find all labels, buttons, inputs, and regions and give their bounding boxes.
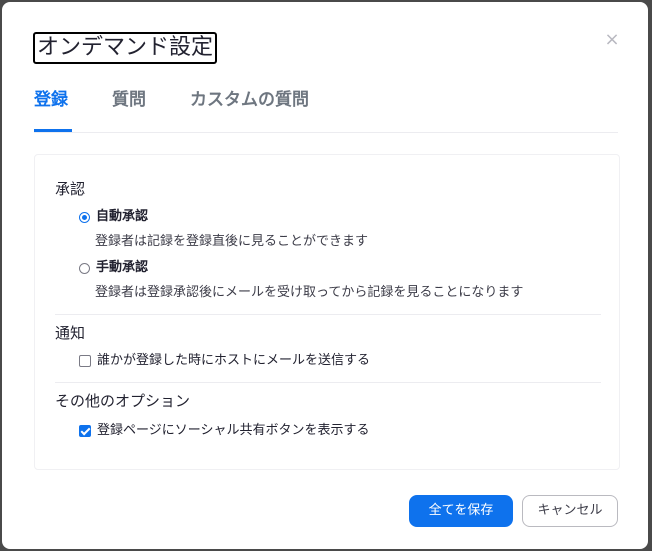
notification-section-title: 通知 xyxy=(55,324,86,342)
manual-approve-option[interactable]: 手動承認 xyxy=(79,259,148,277)
social-share-option[interactable]: 登録ページにソーシャル共有ボタンを表示する xyxy=(79,422,369,440)
auto-approve-radio[interactable] xyxy=(79,211,90,223)
on-demand-settings-dialog: オンデマンド設定 × 登録 質問 カスタムの質問 承認 自動承認 登録者は記録を… xyxy=(2,2,648,549)
other-options-section-title: その他のオプション xyxy=(55,392,191,410)
section-divider xyxy=(55,382,601,383)
close-icon[interactable]: × xyxy=(604,31,620,49)
social-share-label: 登録ページにソーシャル共有ボタンを表示する xyxy=(97,423,370,438)
dialog-title: オンデマンド設定 xyxy=(33,32,218,64)
auto-approve-label: 自動承認 xyxy=(96,209,149,224)
tab-registration[interactable]: 登録 xyxy=(34,88,68,112)
save-all-button[interactable]: 全てを保存 xyxy=(409,495,513,527)
social-share-checkbox[interactable] xyxy=(79,425,91,437)
approval-section-title: 承認 xyxy=(55,180,86,198)
manual-approve-label: 手動承認 xyxy=(96,260,149,275)
tab-questions[interactable]: 質問 xyxy=(112,88,146,112)
manual-approve-description: 登録者は登録承認後にメールを受け取ってから記録を見ることになります xyxy=(95,285,524,300)
auto-approve-option[interactable]: 自動承認 xyxy=(79,208,148,226)
manual-approve-radio[interactable] xyxy=(79,262,90,274)
tab-custom-questions[interactable]: カスタムの質問 xyxy=(190,88,309,112)
tab-bar: 登録 質問 カスタムの質問 xyxy=(34,88,618,133)
cancel-button[interactable]: キャンセル xyxy=(522,495,618,527)
section-divider xyxy=(55,314,601,315)
notify-host-checkbox[interactable] xyxy=(79,355,91,367)
settings-panel: 承認 自動承認 登録者は記録を登録直後に見ることができます 手動承認 登録者は登… xyxy=(34,154,620,470)
auto-approve-description: 登録者は記録を登録直後に見ることができます xyxy=(95,234,369,249)
notify-host-option[interactable]: 誰かが登録した時にホストにメールを送信する xyxy=(79,352,370,370)
active-tab-indicator xyxy=(34,129,72,132)
notify-host-label: 誰かが登録した時にホストにメールを送信する xyxy=(97,353,371,368)
